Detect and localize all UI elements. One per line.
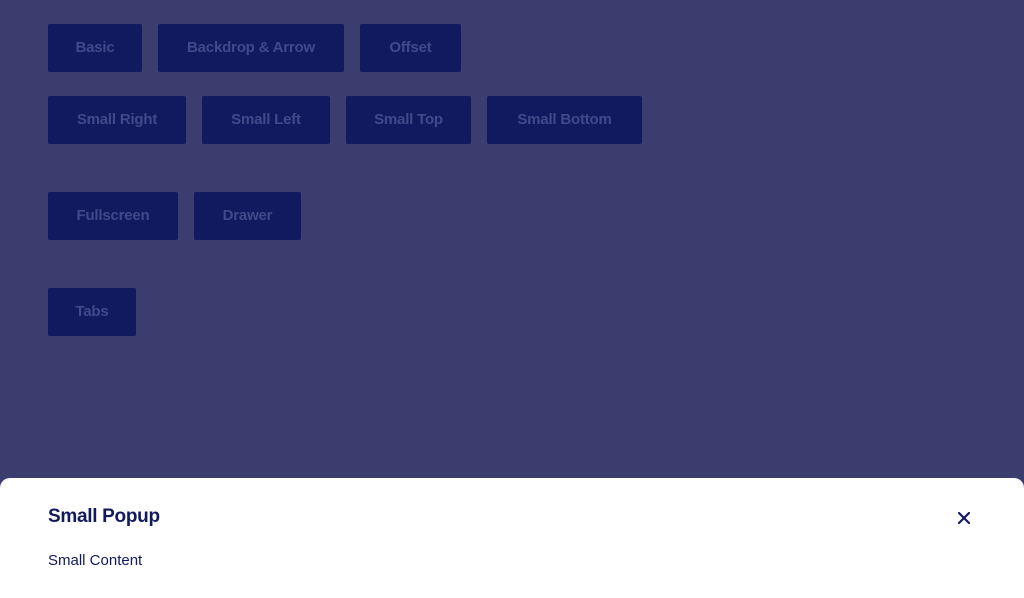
small-top-button[interactable]: Small Top bbox=[346, 96, 471, 144]
small-left-button[interactable]: Small Left bbox=[202, 96, 330, 144]
small-popup: Small Popup Small Content bbox=[0, 478, 1024, 598]
basic-button[interactable]: Basic bbox=[48, 24, 142, 72]
offset-button[interactable]: Offset bbox=[360, 24, 461, 72]
backdrop-arrow-button[interactable]: Backdrop & Arrow bbox=[158, 24, 344, 72]
popup-content: Small Content bbox=[48, 552, 143, 569]
drawer-button[interactable]: Drawer bbox=[194, 192, 301, 240]
close-icon[interactable] bbox=[952, 506, 976, 530]
tabs-button[interactable]: Tabs bbox=[48, 288, 136, 336]
small-bottom-button[interactable]: Small Bottom bbox=[487, 96, 642, 144]
fullscreen-button[interactable]: Fullscreen bbox=[48, 192, 178, 240]
small-right-button[interactable]: Small Right bbox=[48, 96, 186, 144]
popup-title: Small Popup bbox=[48, 506, 160, 527]
